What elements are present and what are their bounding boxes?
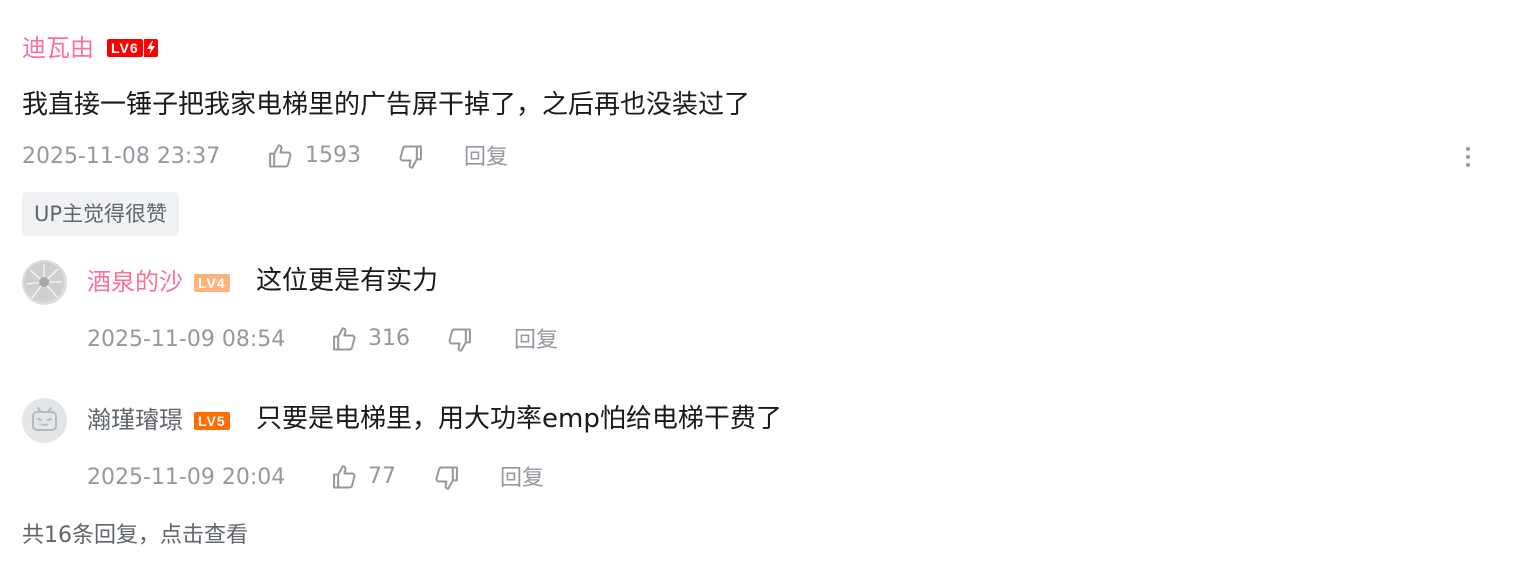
like-icon[interactable] (266, 142, 294, 170)
more-vertical-icon[interactable] (1464, 147, 1472, 171)
reply-username[interactable]: 酒泉的沙 (87, 267, 183, 297)
level-badge-lv4: LV4 (194, 274, 230, 292)
reply-text: 只要是电梯里，用大功率emp怕给电梯干费了 (256, 404, 782, 434)
avatar[interactable] (22, 260, 67, 305)
level-badge-lv6: LV6 (107, 39, 143, 57)
dislike-icon[interactable] (446, 326, 474, 354)
dislike-icon[interactable] (397, 143, 425, 171)
reply-timestamp: 2025-11-09 08:54 (87, 327, 286, 352)
comment-username[interactable]: 迪瓦由 (22, 33, 94, 63)
lightning-icon (144, 39, 158, 57)
like-count: 316 (368, 326, 410, 351)
like-count: 77 (368, 464, 396, 489)
comment-text: 我直接一锤子把我家电梯里的广告屏干掉了，之后再也没装过了 (22, 90, 751, 120)
comment-timestamp: 2025-11-08 23:37 (22, 144, 221, 169)
reply-text: 这位更是有实力 (256, 266, 439, 296)
avatar[interactable] (22, 398, 67, 443)
reply-button[interactable]: 回复 (514, 327, 558, 355)
like-count: 1593 (305, 143, 361, 168)
like-icon[interactable] (330, 463, 358, 491)
reply-username[interactable]: 瀚瑾璿璟 (87, 405, 183, 435)
like-icon[interactable] (330, 325, 358, 353)
dislike-icon[interactable] (433, 464, 461, 492)
reply-timestamp: 2025-11-09 20:04 (87, 465, 286, 490)
level-badge-lv5: LV5 (194, 412, 230, 430)
up-liked-tag: UP主觉得很赞 (22, 192, 180, 236)
reply-button[interactable]: 回复 (464, 144, 508, 172)
view-more-replies-link[interactable]: 共16条回复，点击查看 (22, 522, 248, 550)
reply-button[interactable]: 回复 (500, 465, 544, 493)
